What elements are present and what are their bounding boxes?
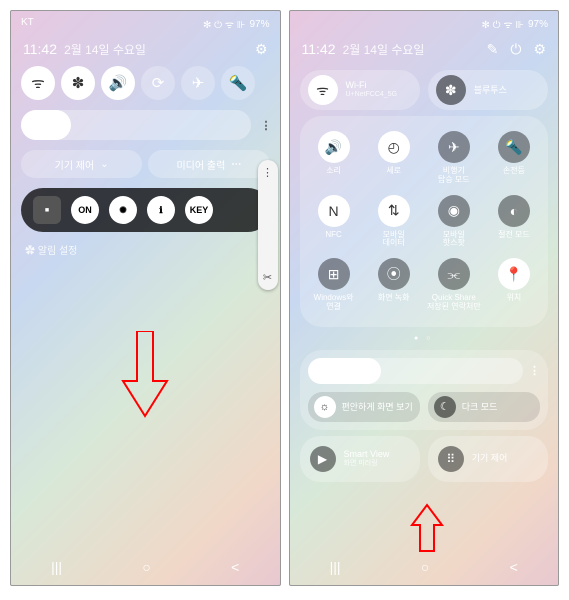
bottom-tiles: ▶Smart View화면 미러링⠿기기 제어 <box>300 436 549 482</box>
tile-bluetooth[interactable]: ✽블루투스 <box>428 70 548 110</box>
nfc-icon: N <box>318 195 350 227</box>
external-panel[interactable]: ■ON✺ℹKEY ⋮ ✂ <box>21 188 270 232</box>
nav-home[interactable]: ○ <box>142 559 150 575</box>
windows-link-icon: ⊞ <box>318 258 350 290</box>
more-icon: ⋯ <box>231 159 241 170</box>
time: 11:42 <box>302 41 336 57</box>
device-control-pill[interactable]: 기기 제어 ⌄ <box>21 150 142 178</box>
quick-settings-grid: 🔊소리◴세로✈비행기탑승 모드🔦손전등 NNFC⇅모바일데이터◉모바일핫스팟◐절전… <box>300 116 549 327</box>
qs-windows-link[interactable]: ⊞Windows와연결 <box>304 253 364 317</box>
qs-wifi[interactable]: ᯤ <box>21 66 55 100</box>
wifi-icon: ᯤ <box>308 75 338 105</box>
top-tiles: ᯤWi-FiU+NetFCC4_5G✽블루투스 <box>300 70 549 110</box>
battery: 97% <box>249 19 269 30</box>
brightness-slider[interactable]: ☀ <box>21 110 251 140</box>
eye-comfort-icon: ☼ <box>314 396 336 418</box>
chevron-down-icon: ⌄ <box>100 159 108 170</box>
battery: 97% <box>528 19 548 30</box>
qs-airplane[interactable]: ✈ <box>181 66 215 100</box>
ext-chip[interactable]: ℹ <box>147 196 175 224</box>
qs-mobile-data[interactable]: ⇅모바일데이터 <box>364 190 424 254</box>
location-icon: 📍 <box>498 258 530 290</box>
nav-recent[interactable]: ||| <box>330 559 341 575</box>
media-output-pill[interactable]: 미디어 출력 ⋯ <box>148 150 269 178</box>
qs-rotate[interactable]: ⟳ <box>141 66 175 100</box>
battery-saver-icon: ◐ <box>498 195 530 227</box>
ext-chip[interactable]: ✺ <box>109 196 137 224</box>
qs-sound[interactable]: 🔊소리 <box>304 126 364 190</box>
phone-left: KT ✻ ⏻ ᯤ ⊪ 97% 11:42 2월 14일 수요일 ⚙ ᯤ✽🔊⟳✈🔦… <box>10 10 281 586</box>
quick-settings-row: ᯤ✽🔊⟳✈🔦 <box>11 66 280 100</box>
qs-flashlight[interactable]: 🔦손전등 <box>484 126 544 190</box>
qs-screen-record[interactable]: ⦿화면 녹화 <box>364 253 424 317</box>
brightness-more-icon[interactable]: ⋮ <box>261 119 272 132</box>
qs-quick-share[interactable]: ⫘Quick Share저장된 연락처만 <box>424 253 484 317</box>
nav-home[interactable]: ○ <box>421 559 429 575</box>
qs-power-saving[interactable]: ◴세로 <box>364 126 424 190</box>
dark-mode-toggle[interactable]: ☾ 다크 모드 <box>428 392 540 422</box>
page-indicator: ● ○ <box>290 333 559 348</box>
status-icons: ✻ ⏻ ᯤ ⊪ <box>203 17 245 31</box>
power-saving-icon: ◴ <box>378 131 410 163</box>
edit-icon[interactable]: ✎ <box>487 41 499 58</box>
date-row: 11:42 2월 14일 수요일 ⚙ <box>11 37 280 66</box>
smart-view-icon: ▶ <box>310 446 336 472</box>
flashlight-icon: 🔦 <box>498 131 530 163</box>
status-bar: ✻ ⏻ ᯤ ⊪ 97% <box>290 11 559 37</box>
point-up-arrow <box>410 503 444 553</box>
device-control-icon: ⠿ <box>438 446 464 472</box>
hotspot-icon: ◉ <box>438 195 470 227</box>
brightness-more-icon[interactable]: ⋮ <box>529 364 540 377</box>
mobile-data-icon: ⇅ <box>378 195 410 227</box>
carrier: KT <box>21 17 34 31</box>
qs-nfc[interactable]: NNFC <box>304 190 364 254</box>
nav-recent[interactable]: ||| <box>51 559 62 575</box>
edge-panel[interactable]: ⋮ ✂ <box>258 160 278 290</box>
airplane-icon: ✈ <box>438 131 470 163</box>
settings-icon[interactable]: ⚙ <box>533 41 546 58</box>
qs-bluetooth[interactable]: ✽ <box>61 66 95 100</box>
nav-back[interactable]: < <box>231 559 239 575</box>
quick-share-icon: ⫘ <box>438 258 470 290</box>
ext-chip[interactable]: KEY <box>185 196 213 224</box>
qs-battery-saver[interactable]: ◐절전 모드 <box>484 190 544 254</box>
nav-back[interactable]: < <box>510 559 518 575</box>
notification-settings[interactable]: ✿ 알림 설정 <box>11 242 280 257</box>
tile-wifi[interactable]: ᯤWi-FiU+NetFCC4_5G <box>300 70 420 110</box>
qs-flashlight[interactable]: 🔦 <box>221 66 255 100</box>
qs-hotspot[interactable]: ◉모바일핫스팟 <box>424 190 484 254</box>
status-icons: ✻ ⏻ ᯤ ⊪ <box>482 17 524 31</box>
time: 11:42 <box>23 41 57 57</box>
ext-chip[interactable]: ■ <box>33 196 61 224</box>
screen-record-icon: ⦿ <box>378 258 410 290</box>
tile-device-control[interactable]: ⠿기기 제어 <box>428 436 548 482</box>
scissors-icon[interactable]: ✂ <box>263 271 272 284</box>
power-icon[interactable]: ⏻ <box>510 41 521 58</box>
nav-bar: ||| ○ < <box>11 549 280 585</box>
qs-airplane[interactable]: ✈비행기탑승 모드 <box>424 126 484 190</box>
brightness-slider[interactable]: ☀ <box>308 358 524 384</box>
ext-chip[interactable]: ON <box>71 196 99 224</box>
status-bar: KT ✻ ⏻ ᯤ ⊪ 97% <box>11 11 280 37</box>
sound-icon: 🔊 <box>318 131 350 163</box>
date: 2월 14일 수요일 <box>64 43 146 57</box>
settings-icon[interactable]: ⚙ <box>255 41 268 58</box>
swipe-down-arrow <box>115 331 175 421</box>
date-row: 11:42 2월 14일 수요일 ✎ ⏻ ⚙ <box>290 37 559 66</box>
bluetooth-icon: ✽ <box>436 75 466 105</box>
moon-icon: ☾ <box>434 396 456 418</box>
drag-handle-icon[interactable]: ⋮ <box>262 166 273 179</box>
display-panel: ☀ ⋮ ☼ 편안하게 화면 보기 ☾ 다크 모드 <box>300 350 549 430</box>
qs-sound[interactable]: 🔊 <box>101 66 135 100</box>
eye-comfort-toggle[interactable]: ☼ 편안하게 화면 보기 <box>308 392 420 422</box>
phone-right: ✻ ⏻ ᯤ ⊪ 97% 11:42 2월 14일 수요일 ✎ ⏻ ⚙ ᯤWi-F… <box>289 10 560 586</box>
tile-smart-view[interactable]: ▶Smart View화면 미러링 <box>300 436 420 482</box>
nav-bar: ||| ○ < <box>290 549 559 585</box>
qs-location[interactable]: 📍위치 <box>484 253 544 317</box>
date: 2월 14일 수요일 <box>343 43 425 57</box>
